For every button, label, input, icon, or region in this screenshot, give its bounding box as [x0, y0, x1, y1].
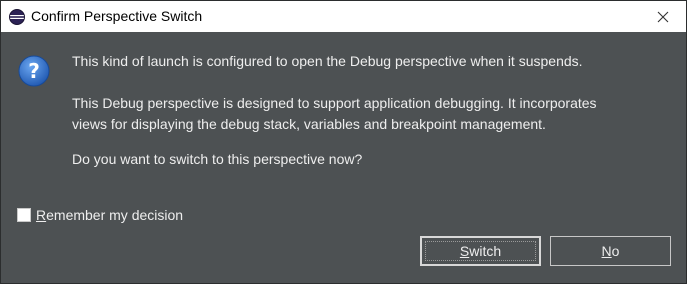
- message-line-1: This kind of launch is configured to ope…: [72, 53, 583, 69]
- no-button-label: No: [601, 243, 620, 259]
- remember-label: Remember my decision: [36, 207, 184, 223]
- eclipse-icon: [9, 9, 25, 25]
- svg-text:?: ?: [28, 59, 40, 83]
- remember-decision-option[interactable]: Remember my decision: [17, 207, 183, 223]
- close-icon: [657, 11, 669, 22]
- no-button[interactable]: No: [550, 236, 671, 266]
- close-button[interactable]: [640, 1, 686, 32]
- window-title: Confirm Perspective Switch: [31, 8, 203, 24]
- remember-checkbox[interactable]: [17, 208, 31, 222]
- message-line-4: Do you want to switch to this perspectiv…: [72, 151, 363, 167]
- confirm-perspective-switch-dialog: Confirm Perspective Switch ? This kind o…: [0, 0, 687, 284]
- message-line-2: This Debug perspective is designed to su…: [72, 95, 597, 111]
- question-icon: ?: [18, 55, 50, 87]
- focus-ring: [425, 241, 536, 261]
- switch-button[interactable]: Switch: [420, 236, 541, 266]
- title-bar: Confirm Perspective Switch: [1, 1, 686, 32]
- message-line-3: views for displaying the debug stack, va…: [72, 116, 546, 132]
